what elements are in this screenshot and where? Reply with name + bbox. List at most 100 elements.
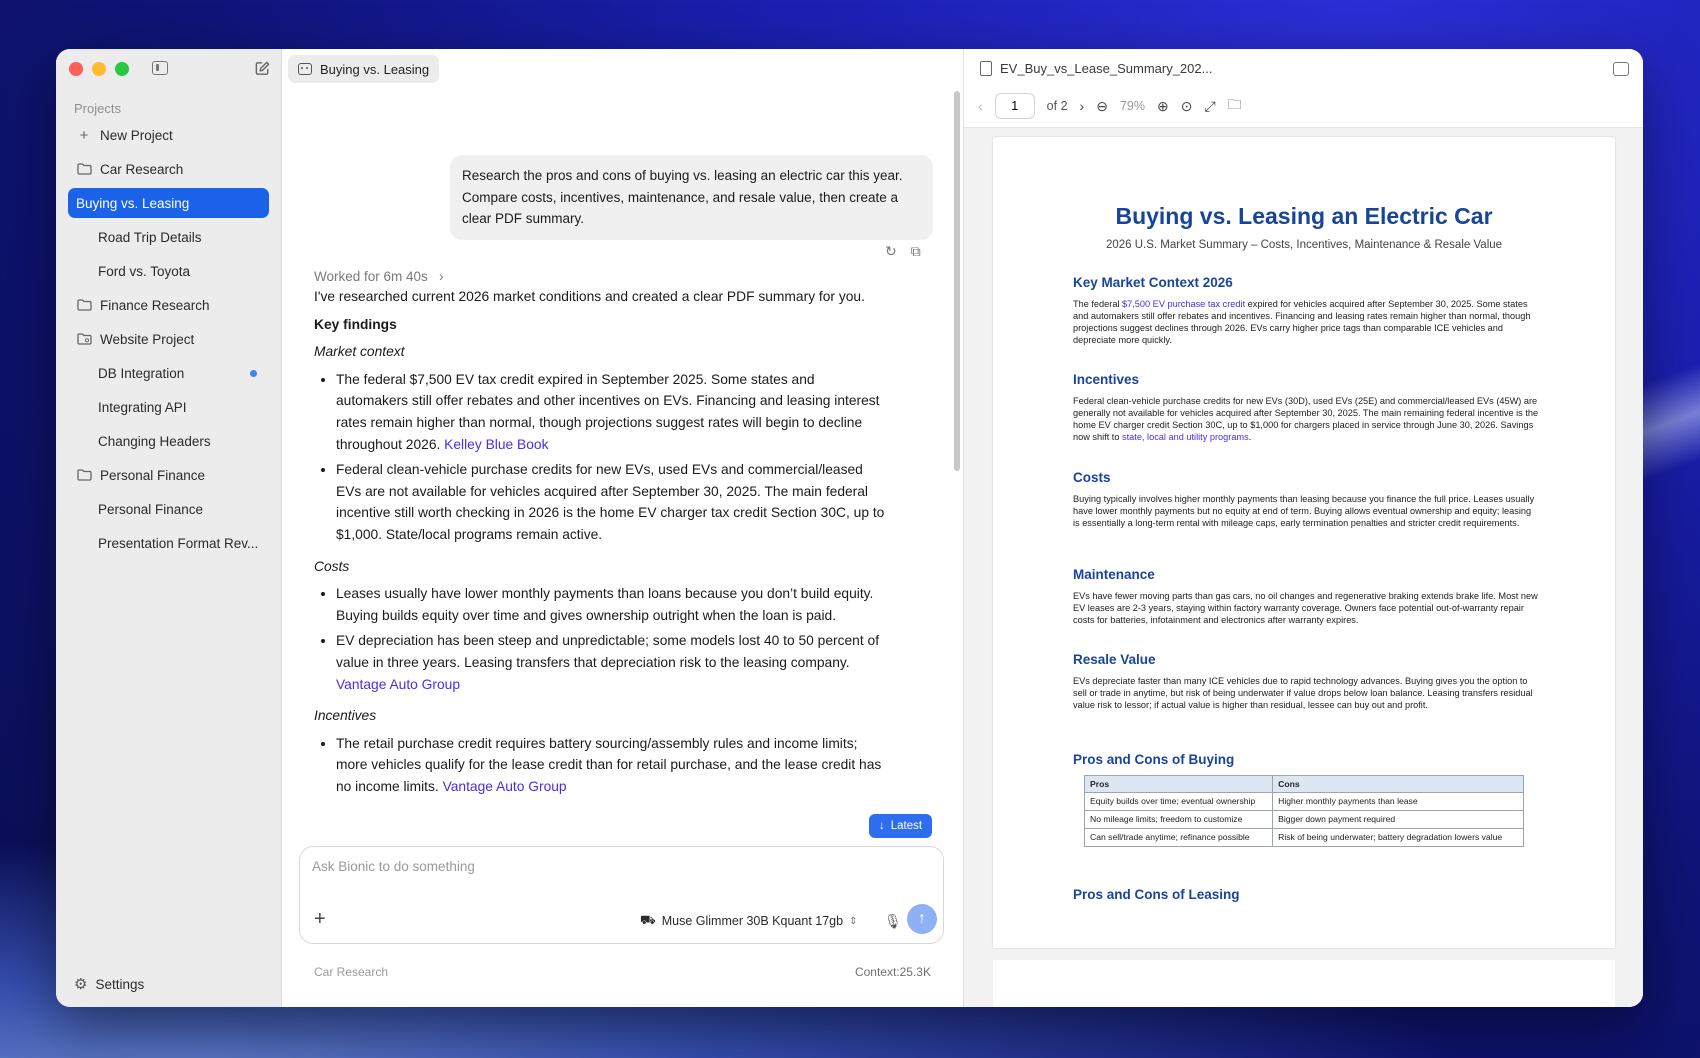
chat-transcript[interactable]: Research the pros and cons of buying vs.… (282, 89, 963, 905)
citation-link[interactable]: Vantage Auto Group (336, 677, 460, 692)
retry-icon[interactable]: ↻ (885, 243, 897, 260)
sidebar-item-label: Road Trip Details (98, 229, 202, 245)
pdf-section-market: Key Market Context 2026 The federal $7,5… (1073, 275, 1539, 346)
worked-duration-toggle[interactable]: Worked for 6m 40s › (314, 269, 444, 284)
pdf-page-1: Buying vs. Leasing an Electric Car 2026 … (993, 137, 1615, 948)
jump-to-latest-button[interactable]: ↓ Latest (869, 814, 933, 838)
pdf-heading: Resale Value (1073, 652, 1156, 667)
expand-icon[interactable]: ⤢ (1204, 98, 1215, 115)
sidebar-folder-car-research[interactable]: Car Research (68, 154, 269, 184)
sidebar-item-db-integration[interactable]: DB Integration (68, 358, 269, 388)
sidebar-folder-personal-finance[interactable]: Personal Finance (68, 460, 269, 490)
minimize-window-button[interactable] (92, 62, 106, 76)
viewer-header: EV_Buy_vs_Lease_Summary_202... (980, 61, 1212, 76)
list-item: Federal clean-vehicle purchase credits f… (336, 459, 889, 545)
page-total: of 2 (1046, 99, 1068, 113)
previous-page-icon[interactable]: ‹ (978, 98, 983, 114)
project-list: + New Project Car Research Buying vs. Le… (56, 119, 281, 562)
sidebar-item-label: Presentation Format Rev... (98, 535, 259, 551)
pdf-toolbar: ‹ of 2 › ⊖ 79% ⊕ ⊙ ⤢ 🗀 (978, 93, 1242, 119)
tab-buying-vs-leasing[interactable]: Buying vs. Leasing (288, 55, 440, 83)
sidebar-toggle-icon[interactable] (152, 61, 168, 75)
sidebar-item-label: Buying vs. Leasing (76, 195, 190, 211)
costs-list: Leases usually have lower monthly paymen… (336, 583, 889, 695)
send-button[interactable]: ↑ (907, 904, 937, 934)
pdf-link[interactable]: state, local and utility programs (1122, 432, 1249, 442)
copy-icon[interactable]: ⧉ (911, 243, 921, 260)
market-context-heading: Market context (314, 344, 405, 360)
gear-icon: ⚙ (74, 976, 88, 993)
sidebar-item-presentation-format[interactable]: Presentation Format Rev... (68, 528, 269, 558)
settings-button[interactable]: ⚙ Settings (74, 975, 144, 993)
pdf-paragraph: The federal $7,500 EV purchase tax credi… (1073, 298, 1539, 346)
table-row: Can sell/trade anytime; refinance possib… (1083, 828, 1524, 847)
zoom-in-icon[interactable]: ⊕ (1157, 98, 1169, 115)
page-number-input[interactable] (994, 93, 1035, 119)
context-usage: Context:25.3K (854, 965, 931, 979)
zoom-fit-icon[interactable]: ⊙ (1181, 98, 1193, 115)
sidebar-item-integrating-api[interactable]: Integrating API (68, 392, 269, 422)
assistant-message: I've researched current 2026 market cond… (314, 286, 889, 807)
sidebar-item-personal-finance[interactable]: Personal Finance (68, 494, 269, 524)
file-name: EV_Buy_vs_Lease_Summary_202... (1000, 61, 1213, 76)
chevron-right-icon: › (431, 269, 444, 284)
worked-label: Worked for 6m 40s (314, 269, 428, 284)
citation-link[interactable]: Kelley Blue Book (444, 437, 548, 452)
new-project-button[interactable]: + New Project (68, 120, 269, 150)
sidebar-item-road-trip-details[interactable]: Road Trip Details (68, 222, 269, 252)
model-selector[interactable]: ⛟ Muse Glimmer 30B Kquant 17gb ⇕ (640, 913, 857, 929)
prompt-input[interactable] (312, 859, 912, 874)
sidebar-item-label: Personal Finance (98, 501, 204, 517)
pdf-paragraph: EVs have fewer moving parts than gas car… (1073, 591, 1538, 625)
pdf-heading: Key Market Context 2026 (1073, 275, 1233, 290)
sidebar-item-changing-headers[interactable]: Changing Headers (68, 426, 269, 456)
pdf-section-buying: Pros and Cons of Buying Pros Cons Equity… (1073, 752, 1539, 847)
sidebar-item-ford-vs-toyota[interactable]: Ford vs. Toyota (68, 256, 269, 286)
pdf-paragraph: Buying typically involves higher monthly… (1073, 494, 1535, 528)
sidebar-folder-finance-research[interactable]: Finance Research (68, 290, 269, 320)
sidebar: Projects + New Project Car Research Buyi… (56, 49, 282, 1007)
table-cell: Can sell/trade anytime; refinance possib… (1083, 828, 1274, 847)
table-header: Cons (1272, 775, 1524, 793)
list-item-text: The federal $7,500 EV tax credit expired… (336, 371, 880, 452)
zoom-window-button[interactable] (115, 62, 129, 76)
latest-label: Latest (890, 820, 923, 832)
pdf-section-leasing: Pros and Cons of Leasing (1073, 887, 1539, 910)
tab-label: Buying vs. Leasing (320, 61, 430, 77)
incentives-heading: Incentives (314, 708, 377, 724)
open-folder-icon[interactable]: 🗀 (1228, 94, 1242, 118)
sidebar-item-label: Website Project (100, 331, 195, 347)
attach-button[interactable]: + (314, 909, 326, 929)
pdf-heading: Pros and Cons of Buying (1073, 752, 1235, 767)
sidebar-item-label: Finance Research (100, 297, 210, 313)
table-cell: Higher monthly payments than lease (1272, 792, 1524, 811)
pdf-heading: Costs (1073, 470, 1111, 485)
close-window-button[interactable] (69, 62, 83, 76)
panel-toggle-icon[interactable] (1613, 62, 1629, 76)
new-chat-icon[interactable] (254, 60, 271, 77)
sidebar-item-label: Integrating API (98, 399, 187, 415)
pdf-link[interactable]: $7,500 EV purchase tax credit (1122, 299, 1245, 309)
folder-shared-icon (76, 332, 92, 346)
sidebar-item-label: Car Research (100, 161, 184, 177)
folder-icon (76, 162, 92, 176)
list-item: EV depreciation has been steep and unpre… (336, 630, 889, 695)
sidebar-folder-website-project[interactable]: Website Project (68, 324, 269, 354)
next-page-icon[interactable]: › (1080, 98, 1085, 114)
pdf-section-maintenance: Maintenance EVs have fewer moving parts … (1073, 567, 1539, 626)
sidebar-item-buying-vs-leasing[interactable]: Buying vs. Leasing (68, 188, 269, 218)
bot-icon (298, 63, 312, 75)
document-icon (980, 61, 992, 76)
list-item: Leases usually have lower monthly paymen… (336, 583, 889, 626)
pdf-subtitle: 2026 U.S. Market Summary – Costs, Incent… (1105, 239, 1503, 251)
window-controls (69, 62, 129, 76)
zoom-out-icon[interactable]: ⊖ (1096, 98, 1108, 115)
sidebar-item-label: Changing Headers (98, 433, 211, 449)
table-cell: Equity builds over time; eventual owners… (1083, 792, 1274, 811)
pdf-title: Buying vs. Leasing an Electric Car (1115, 203, 1493, 229)
microphone-icon[interactable]: 🎙 (884, 913, 902, 930)
pdf-canvas[interactable]: Buying vs. Leasing an Electric Car 2026 … (964, 128, 1643, 1007)
citation-link[interactable]: Vantage Auto Group (443, 779, 567, 794)
incentives-list: The retail purchase credit requires batt… (336, 733, 889, 798)
composer: + ⛟ Muse Glimmer 30B Kquant 17gb ⇕ 🎙 ↑ (299, 846, 944, 944)
